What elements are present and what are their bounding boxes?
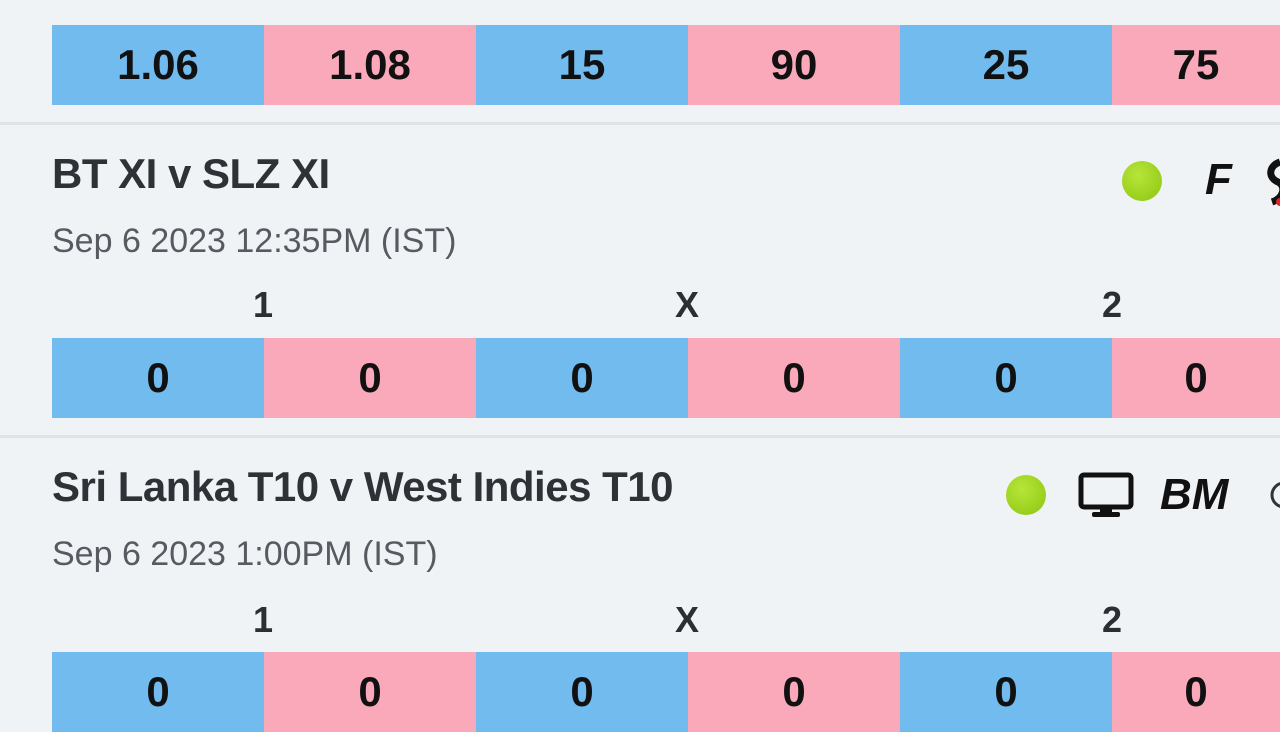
match-title[interactable]: BT XI v SLZ XI	[52, 150, 330, 198]
lay-odds-home[interactable]: 0	[264, 338, 476, 418]
lay-odds-away[interactable]: 0	[1112, 652, 1280, 732]
column-label-draw: X	[674, 284, 699, 325]
back-odds-away[interactable]: 0	[900, 338, 1112, 418]
odds-row-match-1: 1.06 1.08 15 90 25 75	[52, 25, 1280, 105]
back-odds-home[interactable]: 0	[52, 652, 264, 732]
back-odds-home[interactable]: 0	[52, 338, 264, 418]
odds-row-match-3: 0 0 0 0 0 0	[52, 652, 1280, 732]
lay-odds-home[interactable]: 0	[264, 652, 476, 732]
column-label-home: 1	[252, 599, 274, 640]
live-indicator-icon	[1006, 475, 1046, 515]
column-label-away: 2	[1101, 284, 1123, 325]
back-odds-draw[interactable]: 0	[476, 652, 688, 732]
column-label-draw: X	[674, 599, 699, 640]
back-odds-away[interactable]: 25	[900, 25, 1112, 105]
match-time: Sep 6 2023 1:00PM (IST)	[52, 535, 438, 573]
back-odds-away[interactable]: 0	[900, 652, 1112, 732]
partial-icon	[1267, 158, 1280, 206]
lay-odds-draw[interactable]: 90	[688, 25, 900, 105]
back-odds-draw[interactable]: 15	[476, 25, 688, 105]
fancy-badge: F	[1205, 155, 1232, 204]
back-odds-draw[interactable]: 0	[476, 338, 688, 418]
column-label-home: 1	[252, 284, 274, 325]
partial-icon	[1270, 482, 1280, 508]
lay-odds-draw[interactable]: 0	[688, 652, 900, 732]
column-label-away: 2	[1101, 599, 1123, 640]
match-title[interactable]: Sri Lanka T10 v West Indies T10	[52, 463, 673, 511]
back-odds-home[interactable]: 1.06	[52, 25, 264, 105]
match-divider	[0, 122, 1280, 125]
bookmaker-badge: BM	[1160, 470, 1229, 519]
match-time: Sep 6 2023 12:35PM (IST)	[52, 222, 457, 260]
lay-odds-home[interactable]: 1.08	[264, 25, 476, 105]
lay-odds-away[interactable]: 0	[1112, 338, 1280, 418]
lay-odds-draw[interactable]: 0	[688, 338, 900, 418]
tv-icon	[1078, 472, 1134, 517]
match-divider	[0, 435, 1280, 438]
lay-odds-away[interactable]: 75	[1112, 25, 1280, 105]
odds-row-match-2: 0 0 0 0 0 0	[52, 338, 1280, 418]
live-indicator-icon	[1122, 161, 1162, 201]
